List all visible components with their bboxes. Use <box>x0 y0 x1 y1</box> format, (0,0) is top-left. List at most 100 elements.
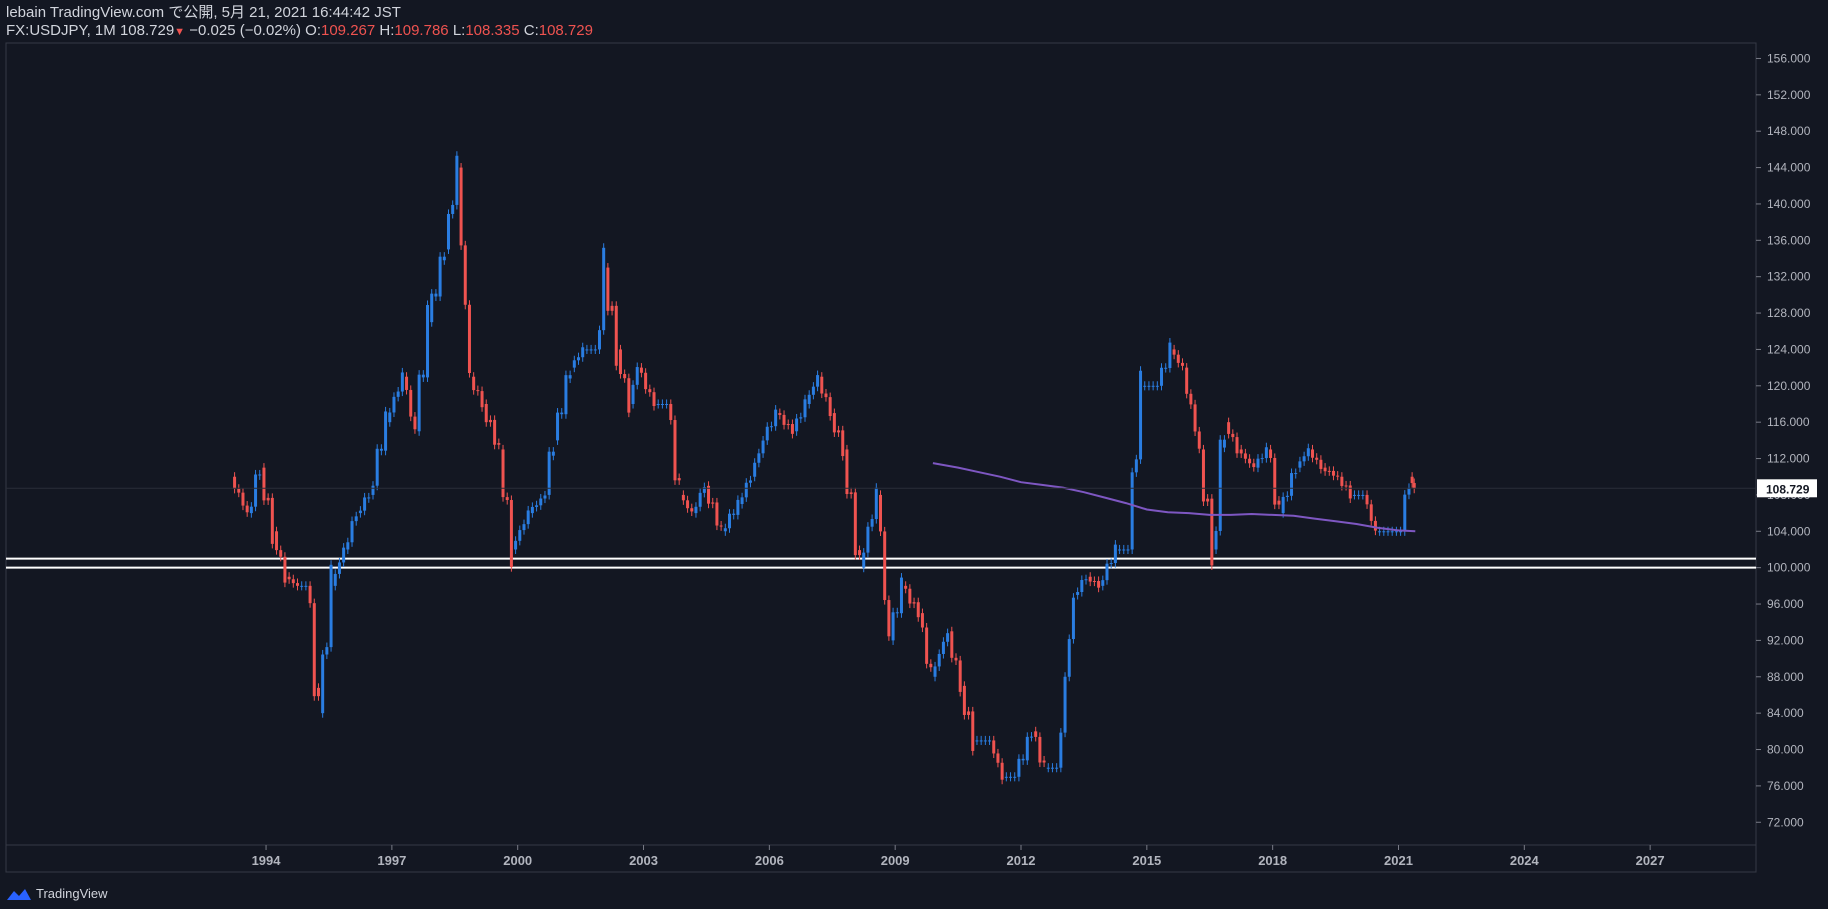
candle-body <box>388 412 392 423</box>
candle-body <box>539 498 543 506</box>
candle-body <box>254 474 258 507</box>
candle-body <box>1164 367 1168 369</box>
candle-body <box>904 585 908 589</box>
candle-body <box>899 577 903 614</box>
candle-body <box>988 740 992 742</box>
candle-body <box>1009 776 1013 778</box>
candle-body <box>480 391 484 408</box>
candle-body <box>266 497 270 501</box>
candle-body <box>1076 592 1080 595</box>
candle-body <box>396 391 400 397</box>
candle-body <box>610 305 614 311</box>
x-tick-label: 2003 <box>629 853 658 868</box>
candle-body <box>1189 393 1193 405</box>
candle-body <box>828 397 832 417</box>
candle-body <box>748 480 752 483</box>
candle-body <box>979 740 983 742</box>
candle-body <box>1097 581 1101 588</box>
candle-body <box>1168 342 1172 369</box>
candle-body <box>1336 475 1340 477</box>
candle-body <box>1201 449 1205 502</box>
candle-body <box>866 526 870 553</box>
price-chart[interactable]: 72.000 76.000 80.000 84.000 88.000 92.000 96.0… <box>0 0 1828 909</box>
candle-body <box>472 376 476 391</box>
candle-body <box>1126 549 1130 551</box>
candle-body <box>1235 437 1239 454</box>
candle-body <box>1059 732 1063 768</box>
candle-body <box>1331 470 1335 476</box>
candle-body <box>811 386 815 395</box>
candle-body <box>1122 549 1126 551</box>
candle-body <box>1348 485 1352 499</box>
candle-body <box>438 256 442 297</box>
candle-body <box>488 419 492 423</box>
candle-body <box>1004 776 1008 778</box>
candle-body <box>631 384 635 404</box>
candle-body <box>1319 459 1323 469</box>
candle-body <box>1294 473 1298 475</box>
x-tick-label: 2027 <box>1636 853 1665 868</box>
x-tick-label: 2000 <box>503 853 532 868</box>
candle-body <box>929 663 933 668</box>
candle-body <box>463 245 467 305</box>
candle-body <box>887 600 891 637</box>
candle-body <box>849 492 853 495</box>
candle-body <box>287 576 291 580</box>
y-tick-label: 120.000 <box>1767 379 1811 393</box>
candle-body <box>933 666 937 677</box>
candle-body <box>564 375 568 415</box>
candle-body <box>1000 762 1004 780</box>
candle-body <box>1222 439 1226 448</box>
candle-body <box>1340 476 1344 486</box>
candle-body <box>1134 459 1138 473</box>
candle-body <box>623 374 627 379</box>
candle-body <box>790 424 794 434</box>
candle-body <box>233 476 237 489</box>
candle-body <box>816 375 820 387</box>
candle-body <box>1264 447 1268 459</box>
candle-body <box>1113 544 1117 564</box>
candle-body <box>556 412 560 441</box>
candle-body <box>686 500 690 509</box>
x-tick-label: 1994 <box>252 853 282 868</box>
candle-body <box>996 753 1000 763</box>
candle-body <box>736 499 740 515</box>
candle-body <box>1277 500 1281 505</box>
price-badge-label: 108.729 <box>1766 482 1810 496</box>
candle-body <box>514 540 518 550</box>
x-tick-label: 2006 <box>755 853 784 868</box>
candle-body <box>1243 453 1247 459</box>
candle-body <box>476 390 480 392</box>
candle-body <box>1185 367 1189 394</box>
candle-body <box>690 508 694 512</box>
candle-body <box>329 564 333 648</box>
y-tick-label: 104.000 <box>1767 524 1811 538</box>
candle-body <box>484 403 488 423</box>
candle-body <box>1403 494 1407 532</box>
candle-body <box>677 478 681 481</box>
candle-body <box>891 612 895 641</box>
candle-body <box>1193 404 1197 432</box>
candle-body <box>1369 504 1373 521</box>
candle-body <box>799 417 803 419</box>
candle-body <box>757 453 761 463</box>
candle-body <box>1109 563 1113 565</box>
candle-body <box>1063 676 1067 733</box>
candle-body <box>426 305 430 378</box>
candle-body <box>493 419 497 445</box>
candle-body <box>719 525 723 527</box>
candle-body <box>694 506 698 514</box>
candle-body <box>858 550 862 556</box>
candle-body <box>656 403 660 405</box>
candle-body <box>405 376 409 390</box>
candle-body <box>753 462 757 477</box>
y-tick-label: 148.000 <box>1767 124 1811 138</box>
candle-body <box>497 443 501 445</box>
x-tick-label: 2015 <box>1132 853 1161 868</box>
candle-body <box>1407 487 1411 495</box>
moving-average-line <box>932 462 1416 533</box>
tradingview-logo[interactable]: TradingView <box>6 886 108 901</box>
candle-body <box>535 505 539 507</box>
candle-body <box>941 641 945 654</box>
candle-body <box>639 367 643 373</box>
